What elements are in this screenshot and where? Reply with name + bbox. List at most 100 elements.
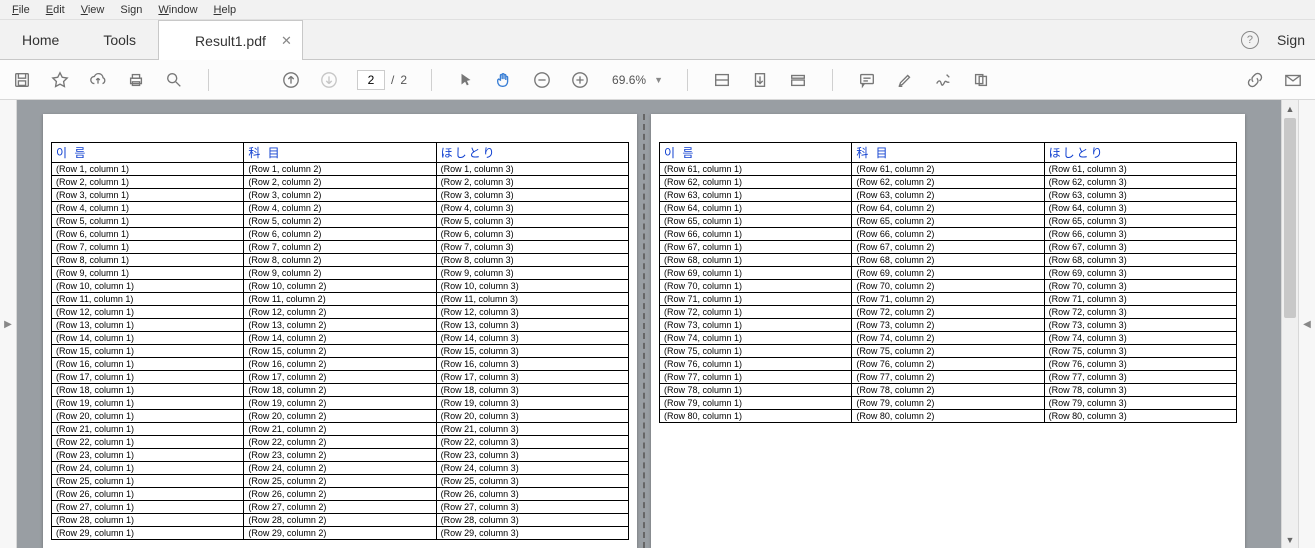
- table-cell: (Row 67, column 2): [852, 241, 1044, 254]
- table-cell: (Row 78, column 2): [852, 384, 1044, 397]
- table-cell: (Row 63, column 3): [1044, 189, 1236, 202]
- table-row: (Row 29, column 1)(Row 29, column 2)(Row…: [52, 527, 629, 540]
- data-table-page1: 이 름 科 目 ほしとり (Row 1, column 1)(Row 1, co…: [51, 142, 629, 540]
- menu-file[interactable]: File: [4, 2, 38, 18]
- table-cell: (Row 63, column 2): [852, 189, 1044, 202]
- table-row: (Row 14, column 1)(Row 14, column 2)(Row…: [52, 332, 629, 345]
- table-cell: (Row 20, column 1): [52, 410, 244, 423]
- scroll-down-arrow[interactable]: ▼: [1282, 531, 1298, 548]
- zoom-select[interactable]: 69.6% ▼: [608, 71, 663, 89]
- table-row: (Row 67, column 1)(Row 67, column 2)(Row…: [660, 241, 1237, 254]
- table-cell: (Row 21, column 2): [244, 423, 436, 436]
- cloud-upload-icon[interactable]: [88, 70, 108, 90]
- table-cell: (Row 11, column 1): [52, 293, 244, 306]
- table-cell: (Row 72, column 1): [660, 306, 852, 319]
- table-row: (Row 6, column 1)(Row 6, column 2)(Row 6…: [52, 228, 629, 241]
- table-cell: (Row 76, column 2): [852, 358, 1044, 371]
- table-cell: (Row 67, column 3): [1044, 241, 1236, 254]
- tab-document[interactable]: Result1.pdf ✕: [158, 20, 303, 60]
- table-cell: (Row 15, column 2): [244, 345, 436, 358]
- comment-icon[interactable]: [857, 70, 877, 90]
- table-cell: (Row 61, column 3): [1044, 163, 1236, 176]
- table-cell: (Row 75, column 2): [852, 345, 1044, 358]
- table-cell: (Row 8, column 2): [244, 254, 436, 267]
- table-cell: (Row 6, column 2): [244, 228, 436, 241]
- table-cell: (Row 73, column 2): [852, 319, 1044, 332]
- vertical-scrollbar[interactable]: ▲ ▼: [1281, 100, 1298, 548]
- table-cell: (Row 3, column 1): [52, 189, 244, 202]
- table-cell: (Row 8, column 3): [436, 254, 628, 267]
- document-viewport[interactable]: 이 름 科 目 ほしとり (Row 1, column 1)(Row 1, co…: [17, 100, 1281, 548]
- page-1: 이 름 科 目 ほしとり (Row 1, column 1)(Row 1, co…: [43, 114, 637, 548]
- table-cell: (Row 9, column 2): [244, 267, 436, 280]
- scroll-thumb[interactable]: [1284, 118, 1296, 318]
- close-tab-icon[interactable]: ✕: [281, 33, 292, 49]
- scroll-up-arrow[interactable]: ▲: [1282, 100, 1298, 117]
- stamp-icon[interactable]: [971, 70, 991, 90]
- page-up-icon[interactable]: [281, 70, 301, 90]
- star-icon[interactable]: [50, 70, 70, 90]
- table-cell: (Row 2, column 3): [436, 176, 628, 189]
- table-row: (Row 13, column 1)(Row 13, column 2)(Row…: [52, 319, 629, 332]
- table-cell: (Row 17, column 1): [52, 371, 244, 384]
- save-icon[interactable]: [12, 70, 32, 90]
- menu-window[interactable]: Window: [150, 2, 205, 18]
- table-cell: (Row 61, column 1): [660, 163, 852, 176]
- table-cell: (Row 7, column 1): [52, 241, 244, 254]
- table-cell: (Row 79, column 3): [1044, 397, 1236, 410]
- fit-page-icon[interactable]: [750, 70, 770, 90]
- page-current-input[interactable]: [357, 70, 385, 90]
- table-cell: (Row 77, column 3): [1044, 371, 1236, 384]
- menu-help[interactable]: Help: [206, 2, 245, 18]
- table-cell: (Row 73, column 3): [1044, 319, 1236, 332]
- table-cell: (Row 24, column 3): [436, 462, 628, 475]
- table-cell: (Row 67, column 1): [660, 241, 852, 254]
- table-cell: (Row 11, column 3): [436, 293, 628, 306]
- sign-in-link[interactable]: Sign: [1277, 32, 1305, 48]
- table-cell: (Row 7, column 3): [436, 241, 628, 254]
- zoom-out-icon[interactable]: [532, 70, 552, 90]
- table-cell: (Row 77, column 1): [660, 371, 852, 384]
- link-icon[interactable]: [1245, 70, 1265, 90]
- table-cell: (Row 6, column 1): [52, 228, 244, 241]
- hand-icon[interactable]: [494, 70, 514, 90]
- table-cell: (Row 66, column 3): [1044, 228, 1236, 241]
- read-mode-icon[interactable]: [788, 70, 808, 90]
- left-panel-toggle[interactable]: ▶: [0, 100, 17, 548]
- table-cell: (Row 80, column 3): [1044, 410, 1236, 423]
- table-cell: (Row 25, column 2): [244, 475, 436, 488]
- menu-sign[interactable]: Sign: [112, 2, 150, 18]
- tab-tools[interactable]: Tools: [81, 20, 158, 59]
- search-icon[interactable]: [164, 70, 184, 90]
- table-cell: (Row 4, column 2): [244, 202, 436, 215]
- table-cell: (Row 80, column 1): [660, 410, 852, 423]
- table-cell: (Row 17, column 3): [436, 371, 628, 384]
- table-cell: (Row 27, column 1): [52, 501, 244, 514]
- table-cell: (Row 68, column 3): [1044, 254, 1236, 267]
- zoom-in-icon[interactable]: [570, 70, 590, 90]
- mail-icon[interactable]: [1283, 70, 1303, 90]
- menu-view[interactable]: View: [73, 2, 113, 18]
- right-panel-toggle[interactable]: ◀: [1298, 100, 1315, 548]
- help-icon[interactable]: ?: [1241, 31, 1259, 49]
- table-cell: (Row 8, column 1): [52, 254, 244, 267]
- table-row: (Row 19, column 1)(Row 19, column 2)(Row…: [52, 397, 629, 410]
- table-cell: (Row 28, column 3): [436, 514, 628, 527]
- col-header-2: 科 目: [852, 143, 1044, 163]
- table-cell: (Row 78, column 3): [1044, 384, 1236, 397]
- menu-edit[interactable]: Edit: [38, 2, 73, 18]
- table-cell: (Row 3, column 3): [436, 189, 628, 202]
- table-cell: (Row 77, column 2): [852, 371, 1044, 384]
- table-cell: (Row 68, column 1): [660, 254, 852, 267]
- highlight-icon[interactable]: [895, 70, 915, 90]
- table-cell: (Row 69, column 3): [1044, 267, 1236, 280]
- pointer-icon[interactable]: [456, 70, 476, 90]
- table-cell: (Row 5, column 3): [436, 215, 628, 228]
- fit-width-icon[interactable]: [712, 70, 732, 90]
- sign-icon[interactable]: [933, 70, 953, 90]
- print-icon[interactable]: [126, 70, 146, 90]
- table-cell: (Row 27, column 2): [244, 501, 436, 514]
- table-row: (Row 64, column 1)(Row 64, column 2)(Row…: [660, 202, 1237, 215]
- page-down-icon[interactable]: [319, 70, 339, 90]
- tab-home[interactable]: Home: [0, 20, 81, 59]
